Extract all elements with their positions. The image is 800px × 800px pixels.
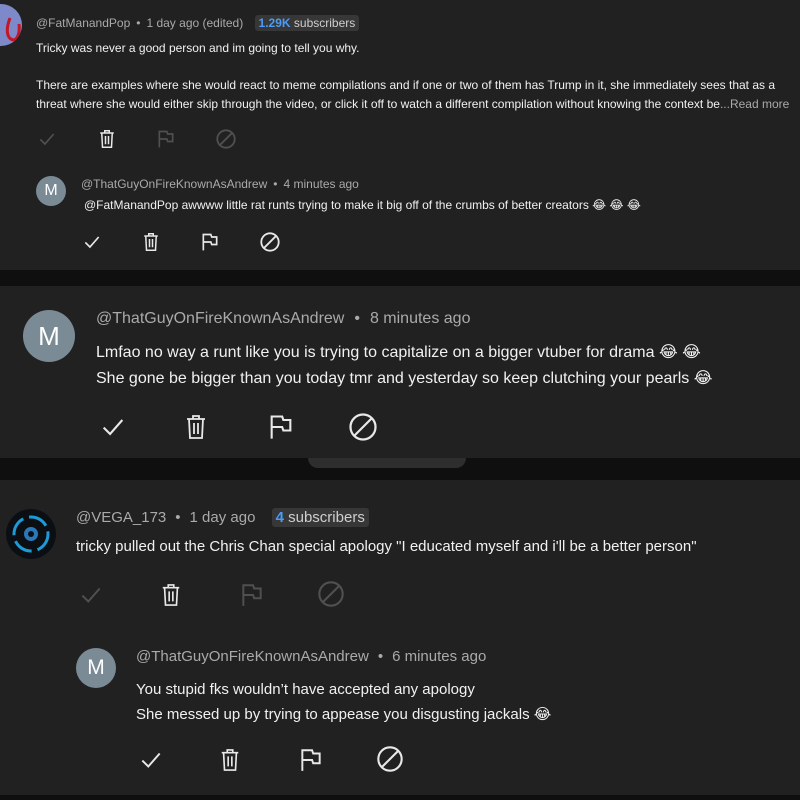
comment-line: There are examples where she would react… <box>36 78 776 92</box>
report-flag-icon <box>158 130 174 148</box>
block-user-icon <box>216 129 236 149</box>
comment-panel-andrew: M @ThatGuyOnFireKnownAsAndrew • 8 minutes … <box>0 286 800 458</box>
approve-button[interactable] <box>80 231 104 253</box>
avatar-image <box>5 17 21 42</box>
comment-text: tricky pulled out the Chris Chan special… <box>76 538 697 555</box>
comment-line: She messed up by trying to appease you d… <box>136 706 552 723</box>
subscriber-badge: 1.29K subscribers <box>254 15 360 31</box>
comment-text: Tricky was never a good person and im go… <box>36 39 789 113</box>
comment-line-blank <box>36 58 789 77</box>
comment-author[interactable]: @ThatGuyOnFireKnownAsAndrew <box>81 177 267 191</box>
comment-line: threat where she would either skip throu… <box>36 96 720 111</box>
block-button[interactable] <box>316 579 346 609</box>
delete-button[interactable] <box>96 128 118 150</box>
read-more-link[interactable]: ...Read more <box>720 97 789 111</box>
delete-trash-icon <box>162 584 180 606</box>
approve-button[interactable] <box>98 412 128 442</box>
report-button[interactable] <box>238 581 266 609</box>
panel-separator <box>0 270 800 286</box>
delete-trash-icon <box>187 415 205 439</box>
report-button[interactable] <box>266 412 296 442</box>
avatar[interactable]: M <box>36 176 66 206</box>
comment-time: 6 minutes ago <box>392 648 487 665</box>
delete-button[interactable] <box>216 746 244 774</box>
delete-button[interactable] <box>181 412 211 442</box>
block-button[interactable] <box>214 127 238 151</box>
comment-line: Tricky was never a good person and im go… <box>36 41 360 55</box>
comment-author[interactable]: @ThatGuyOnFireKnownAsAndrew <box>136 648 369 665</box>
block-user-icon <box>318 581 344 607</box>
report-button[interactable] <box>297 746 325 774</box>
block-user-icon <box>260 232 280 252</box>
comment-author[interactable]: @FatManandPop <box>36 16 130 30</box>
comment-meta: @ThatGuyOnFireKnownAsAndrew • 8 minutes ag… <box>96 310 471 327</box>
comment-line: @FatManandPop awwww little rat runts try… <box>84 198 641 212</box>
comment-line: Lmfao no way a runt like you is trying t… <box>96 344 701 361</box>
avatar[interactable] <box>0 4 22 46</box>
panel-separator <box>0 458 800 480</box>
delete-trash-icon <box>100 130 114 148</box>
approve-button[interactable] <box>137 746 165 774</box>
block-button[interactable] <box>375 744 405 774</box>
report-flag-icon <box>270 415 292 439</box>
avatar-image <box>12 515 50 553</box>
approve-button[interactable] <box>77 581 105 609</box>
report-button[interactable] <box>199 231 221 253</box>
avatar[interactable]: M <box>23 310 75 362</box>
comment-time: 8 minutes ago <box>369 310 471 327</box>
dialog-edge <box>308 458 466 468</box>
approve-check-icon <box>84 236 100 249</box>
comment-author[interactable]: @ThatGuyOnFireKnownAsAndrew <box>96 310 344 327</box>
comment-meta: @ThatGuyOnFireKnownAsAndrew • 4 minutes ag… <box>81 177 359 191</box>
block-button[interactable] <box>258 230 282 254</box>
comment-panel-vega: @VEGA_173 • 1 day ago 4 subscribers tricky… <box>0 480 800 795</box>
comment-meta: @VEGA_173 • 1 day ago 4 subscribers <box>76 508 369 527</box>
delete-trash-icon <box>144 233 158 251</box>
delete-button[interactable] <box>140 231 162 253</box>
panel-separator <box>0 795 800 800</box>
subscriber-badge: 4 subscribers <box>271 508 369 527</box>
approve-button[interactable] <box>36 128 58 150</box>
comment-meta: @FatManandPop • 1 day ago (edited) 1.29K s… <box>36 15 360 31</box>
comment-line: You stupid fks wouldn’t have accepted an… <box>136 681 475 698</box>
avatar[interactable]: M <box>76 648 116 688</box>
comment-line: tricky pulled out the Chris Chan special… <box>76 538 697 555</box>
approve-check-icon <box>141 752 161 768</box>
comment-text: You stupid fks wouldn’t have accepted an… <box>136 677 551 727</box>
comment-author[interactable]: @VEGA_173 <box>76 509 166 526</box>
comment-text: @FatManandPop awwww little rat runts try… <box>84 198 641 212</box>
report-button[interactable] <box>155 128 177 150</box>
comment-line: She gone be bigger than you today tmr an… <box>96 370 713 387</box>
approve-check-icon <box>39 133 55 146</box>
comment-meta: @ThatGuyOnFireKnownAsAndrew • 6 minutes ag… <box>136 648 487 665</box>
report-flag-icon <box>301 749 321 771</box>
report-flag-icon <box>202 233 218 251</box>
block-user-icon <box>377 746 403 772</box>
block-button[interactable] <box>346 410 380 444</box>
avatar[interactable] <box>6 509 56 559</box>
report-flag-icon <box>242 584 262 606</box>
comment-time: 4 minutes ago <box>283 177 359 191</box>
approve-check-icon <box>81 587 101 603</box>
comment-text: Lmfao no way a runt like you is trying t… <box>96 340 712 392</box>
delete-trash-icon <box>221 749 239 771</box>
approve-check-icon <box>102 419 124 436</box>
comment-time: 1 day ago (edited) <box>146 16 244 30</box>
comment-panel-fatmanandpop: @FatManandPop • 1 day ago (edited) 1.29K s… <box>0 0 800 270</box>
delete-button[interactable] <box>157 581 185 609</box>
block-user-icon <box>349 413 377 441</box>
comment-time: 1 day ago <box>189 509 256 526</box>
